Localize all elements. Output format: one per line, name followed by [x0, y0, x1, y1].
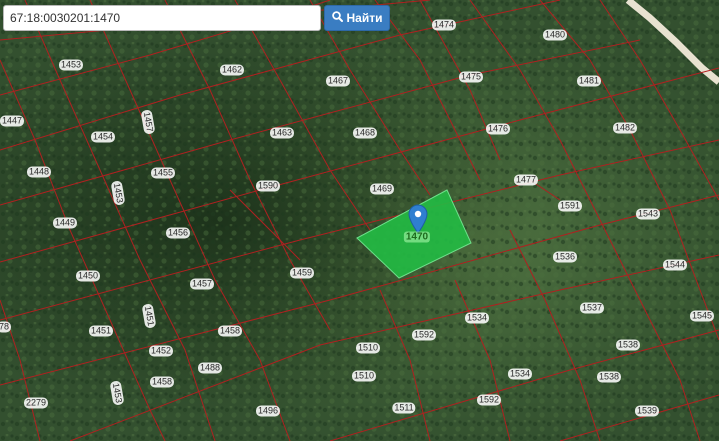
parcel-label[interactable]: 1536: [552, 251, 578, 263]
parcel-label[interactable]: 1457: [189, 278, 215, 290]
parcel-label[interactable]: 1538: [596, 371, 622, 383]
search-button-label: Найти: [346, 11, 383, 25]
parcel-label[interactable]: 1510: [355, 342, 381, 354]
parcel-label[interactable]: 1458: [217, 325, 243, 337]
parcel-label[interactable]: 1451: [88, 325, 114, 337]
parcel-label[interactable]: 1462: [219, 64, 245, 76]
map-pin-icon[interactable]: [408, 204, 428, 234]
parcel-label[interactable]: 2279: [23, 397, 49, 409]
satellite-map[interactable]: 1453 1462 1474 1480 1447 1454 1457 1467 1475 1481…: [0, 0, 719, 441]
parcel-label[interactable]: 1449: [52, 217, 78, 229]
parcel-label[interactable]: 1468: [352, 127, 378, 139]
parcel-label[interactable]: 1592: [476, 394, 502, 406]
search-bar: Найти: [3, 5, 390, 31]
parcel-label[interactable]: 1475: [458, 71, 484, 83]
search-button[interactable]: Найти: [324, 5, 390, 31]
parcel-label[interactable]: 1511: [392, 402, 416, 414]
parcel-label[interactable]: 1545: [689, 310, 715, 322]
parcel-label[interactable]: 1591: [557, 200, 583, 212]
parcel-label[interactable]: 1453: [58, 59, 84, 71]
parcel-label[interactable]: 1467: [325, 75, 351, 87]
selected-parcel-label: 1470: [403, 231, 431, 243]
parcel-label[interactable]: 1448: [26, 166, 52, 178]
parcel-label[interactable]: 1477: [513, 174, 539, 186]
parcel-label[interactable]: 1510: [351, 370, 377, 382]
parcel-label[interactable]: 1474: [431, 19, 457, 31]
parcel-label[interactable]: 1537: [579, 302, 605, 314]
parcel-label[interactable]: 1590: [255, 180, 281, 192]
parcel-label[interactable]: 1447: [0, 115, 25, 127]
parcel-label[interactable]: 1476: [485, 123, 511, 135]
parcel-label[interactable]: 1592: [411, 329, 437, 341]
parcel-label[interactable]: 1458: [149, 376, 175, 388]
parcel-label[interactable]: 1455: [150, 167, 176, 179]
parcel-label[interactable]: 1482: [612, 122, 638, 134]
parcel-label[interactable]: 78: [0, 321, 12, 333]
parcel-label[interactable]: 1481: [576, 75, 602, 87]
search-input[interactable]: [3, 5, 321, 31]
parcel-label[interactable]: 1538: [615, 339, 641, 351]
parcel-label[interactable]: 1534: [507, 368, 533, 380]
parcel-label[interactable]: 1534: [464, 312, 490, 324]
search-icon: [331, 11, 343, 25]
parcel-label[interactable]: 1459: [289, 267, 315, 279]
parcel-label[interactable]: 1544: [662, 259, 688, 271]
parcel-label[interactable]: 1463: [269, 127, 295, 139]
parcel-label[interactable]: 1480: [542, 29, 568, 41]
parcel-label[interactable]: 1456: [165, 227, 191, 239]
parcel-label[interactable]: 1450: [75, 270, 101, 282]
parcel-label[interactable]: 1452: [148, 345, 174, 357]
parcel-label[interactable]: 1539: [634, 405, 660, 417]
parcel-label[interactable]: 1469: [369, 183, 395, 195]
parcel-label[interactable]: 1488: [197, 362, 223, 374]
parcel-label[interactable]: 1496: [255, 405, 281, 417]
parcel-label[interactable]: 1454: [90, 131, 116, 143]
parcel-label[interactable]: 1543: [635, 208, 661, 220]
